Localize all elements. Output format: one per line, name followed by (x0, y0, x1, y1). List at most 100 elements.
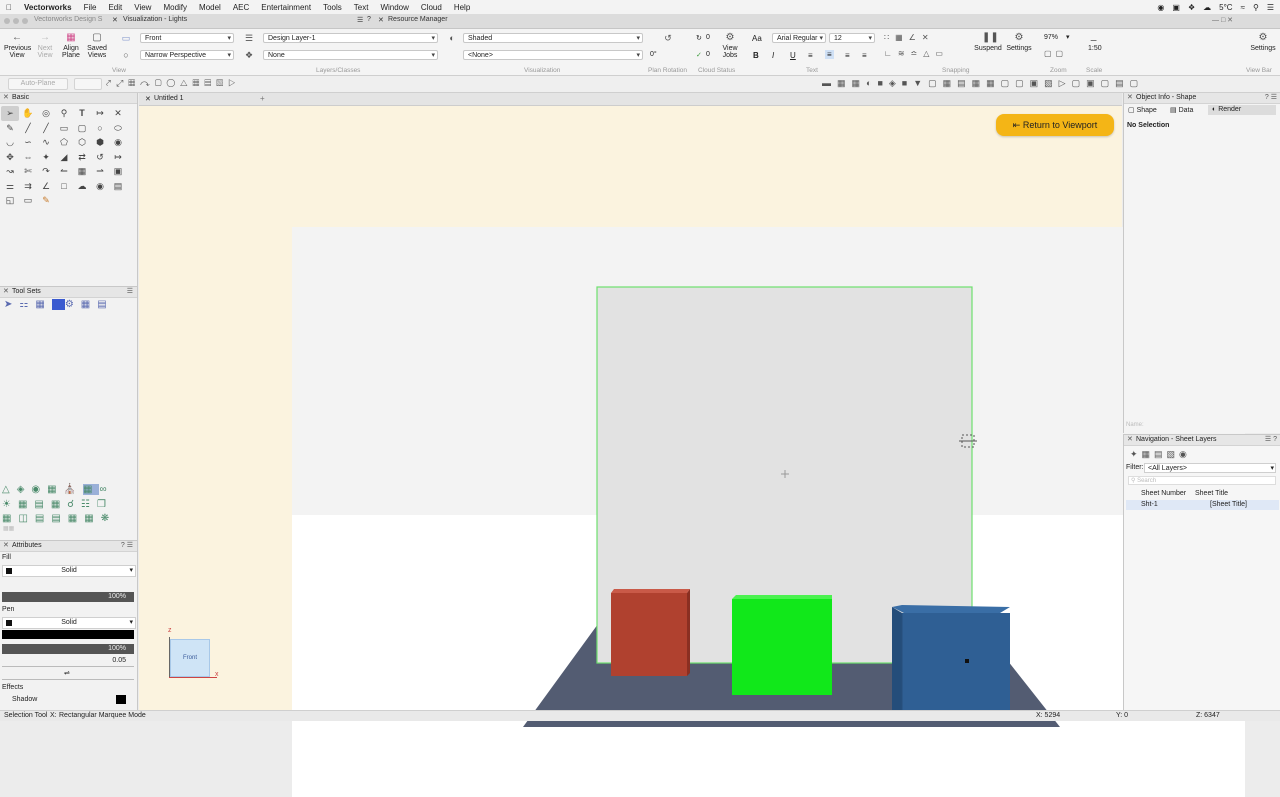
class-select[interactable]: None ▾ (263, 50, 438, 60)
trim-tool-icon[interactable]: ✦ (37, 150, 55, 165)
cloud-tool-icon[interactable]: ☁ (73, 179, 91, 194)
font-select[interactable]: Arial Regular ▾ (772, 33, 826, 43)
dropbox-icon[interactable]: ❖ (1188, 3, 1195, 12)
viz-palette-tab[interactable]: Visualization - Lights (123, 16, 187, 26)
next-view-button[interactable]: → Next View (34, 33, 56, 60)
protractor-tool-icon[interactable]: ▤ (109, 179, 127, 194)
layer-select[interactable]: Design Layer-1 ▾ (263, 33, 438, 43)
chamfer-tool-icon[interactable]: ↼ (55, 164, 73, 179)
tape-measure-tool-icon[interactable]: ◉ (91, 179, 109, 194)
underline-button[interactable]: U (790, 51, 796, 60)
mirror-tool-icon[interactable]: ⇄ (73, 150, 91, 165)
polyline-tool-icon[interactable]: ∿ (37, 135, 55, 150)
menu-text[interactable]: Text (348, 3, 375, 12)
offset-tool-icon[interactable]: ⇔ (19, 150, 37, 165)
blue-cube[interactable] (902, 613, 1010, 716)
move-tool-icon[interactable]: ✥ (1, 150, 19, 165)
snap-settings-button[interactable]: ⚙ Settings (1004, 33, 1034, 53)
help-icon[interactable]: ☰ ? (1265, 435, 1277, 445)
fill-style-select[interactable]: Solid ▾ (2, 565, 136, 577)
zoom-window-icon[interactable] (22, 18, 28, 24)
menu-edit[interactable]: Edit (102, 3, 128, 12)
crop-handle[interactable] (965, 659, 969, 663)
close-icon[interactable]: ✕ (3, 93, 9, 103)
align-center-icon[interactable]: ≡ (825, 50, 834, 59)
drawing-area[interactable]: ⇤ Return to Viewport z x Front (139, 106, 1245, 797)
return-to-viewport-button[interactable]: ⇤ Return to Viewport (996, 114, 1114, 136)
green-cube[interactable] (732, 599, 832, 695)
tab-data[interactable]: ▤ Data (1170, 106, 1193, 114)
bezier-tool-icon[interactable]: ⇀ (91, 164, 109, 179)
menu-help[interactable]: Help (448, 3, 476, 12)
selection-mode-icons[interactable]: ⤤⤢▦↷▢◯△▦▤▧▷ (106, 78, 240, 89)
eraser-tool-icon[interactable]: ✕ (109, 106, 127, 121)
view-select[interactable]: Front ▾ (140, 33, 234, 43)
close-icon[interactable]: ✕ (3, 541, 9, 551)
tab-render[interactable]: ◐ Render (1208, 105, 1276, 115)
reshape-tool-icon[interactable]: ↝ (1, 164, 19, 179)
suspend-button[interactable]: ❚❚ Suspend (972, 33, 1004, 53)
menu-app-name[interactable]: Vectorworks (18, 3, 78, 12)
menu-tools[interactable]: Tools (317, 3, 348, 12)
polygon-tool-icon[interactable]: ⬠ (55, 135, 73, 150)
filter-select[interactable]: <All Layers> ▾ (1144, 463, 1276, 473)
justify-icon[interactable]: ≡ (862, 51, 867, 60)
view-cube-face[interactable]: Front (170, 639, 210, 677)
navigation-mode-icons[interactable]: ✦▦▤▧◉ (1130, 449, 1191, 460)
plane-toggle-button[interactable] (74, 78, 102, 90)
camera-icon[interactable]: ▣ (1172, 3, 1180, 12)
saved-views-button[interactable]: ▢ Saved Views (85, 33, 109, 60)
pen-opacity-bar[interactable]: 100% (2, 644, 134, 654)
eyedropper-tool-icon[interactable]: ✎ (1, 121, 19, 136)
apple-icon[interactable]:  (0, 3, 18, 12)
dimension-tool-icon[interactable]: ↦ (91, 106, 109, 121)
align-left-icon[interactable]: ≡ (808, 51, 813, 60)
wifi-icon[interactable]: ≈ (1241, 3, 1245, 12)
main-window-title[interactable]: Vectorworks Design S (34, 16, 102, 26)
search-icon[interactable]: ⚲ (1253, 3, 1259, 12)
resource-manager-tab[interactable]: Resource Manager (388, 16, 448, 26)
chevron-down-icon[interactable]: ▾ (1066, 33, 1070, 41)
weather-temp[interactable]: 5°C (1219, 3, 1232, 12)
close-icon[interactable]: ✕ (378, 16, 384, 26)
menu-window[interactable]: Window (374, 3, 414, 12)
italic-button[interactable]: I (772, 51, 774, 60)
menu-view[interactable]: View (128, 3, 157, 12)
attribute-map-tool-icon[interactable]: ▦ (73, 164, 91, 179)
control-center-icon[interactable]: ☰ (1267, 3, 1274, 12)
arc-tool-icon[interactable]: ◡ (1, 135, 19, 150)
column-sheet-number[interactable]: Sheet Number (1141, 490, 1186, 497)
regular-polygon-tool-icon[interactable]: ⬢ (91, 135, 109, 150)
align-plane-button[interactable]: ▦ Align Plane (59, 33, 83, 60)
ruler-tool-icon[interactable]: ⇉ (19, 179, 37, 194)
line-weight-select[interactable]: 0.05 (2, 656, 134, 667)
circle-tool-icon[interactable]: ○ (91, 121, 109, 136)
tool-set-icons[interactable]: ➤⚏▦■⚙▦▤ (4, 299, 114, 310)
new-tab-icon[interactable]: + (260, 94, 265, 103)
auto-plane-button[interactable]: Auto-Plane (8, 78, 68, 90)
search-input[interactable]: ⚲ Search (1128, 476, 1276, 485)
rectangle-tool-icon[interactable]: ▭ (55, 121, 73, 136)
close-icon[interactable]: ✕ (1127, 435, 1133, 445)
split-tool-icon[interactable]: ↦ (109, 150, 127, 165)
rotate-tool-icon[interactable]: ↺ (91, 150, 109, 165)
align-right-icon[interactable]: ≡ (845, 51, 850, 60)
render-sub-select[interactable]: <None> ▾ (463, 50, 643, 60)
zoom-tool-icon[interactable]: ⚲ (55, 106, 73, 121)
callout-tool-icon[interactable]: □ (55, 179, 73, 194)
double-line-tool-icon[interactable]: ╱ (37, 121, 55, 136)
help-icon[interactable]: ? ☰ (121, 541, 133, 551)
menu-cloud[interactable]: Cloud (415, 3, 448, 12)
pan-tool-icon[interactable]: ✋ (19, 106, 37, 121)
text-tool-icon[interactable]: T (73, 106, 91, 121)
line-end-markers-select[interactable]: ⇌ (2, 669, 134, 680)
plan-rotation-value[interactable]: 0° (650, 51, 657, 58)
projection-select[interactable]: Narrow Perspective ▾ (140, 50, 234, 60)
selection-tool-icon[interactable]: ➢ (1, 106, 19, 121)
view-cube[interactable]: z x Front (168, 627, 219, 678)
freehand-tool-icon[interactable]: ∽ (19, 135, 37, 150)
wall-tool-icon[interactable]: ⚌ (1, 179, 19, 194)
cloud-icon[interactable]: ☁ (1203, 3, 1211, 12)
menu-modify[interactable]: Modify (157, 3, 193, 12)
help-icon[interactable]: ? ☰ (1265, 93, 1277, 103)
